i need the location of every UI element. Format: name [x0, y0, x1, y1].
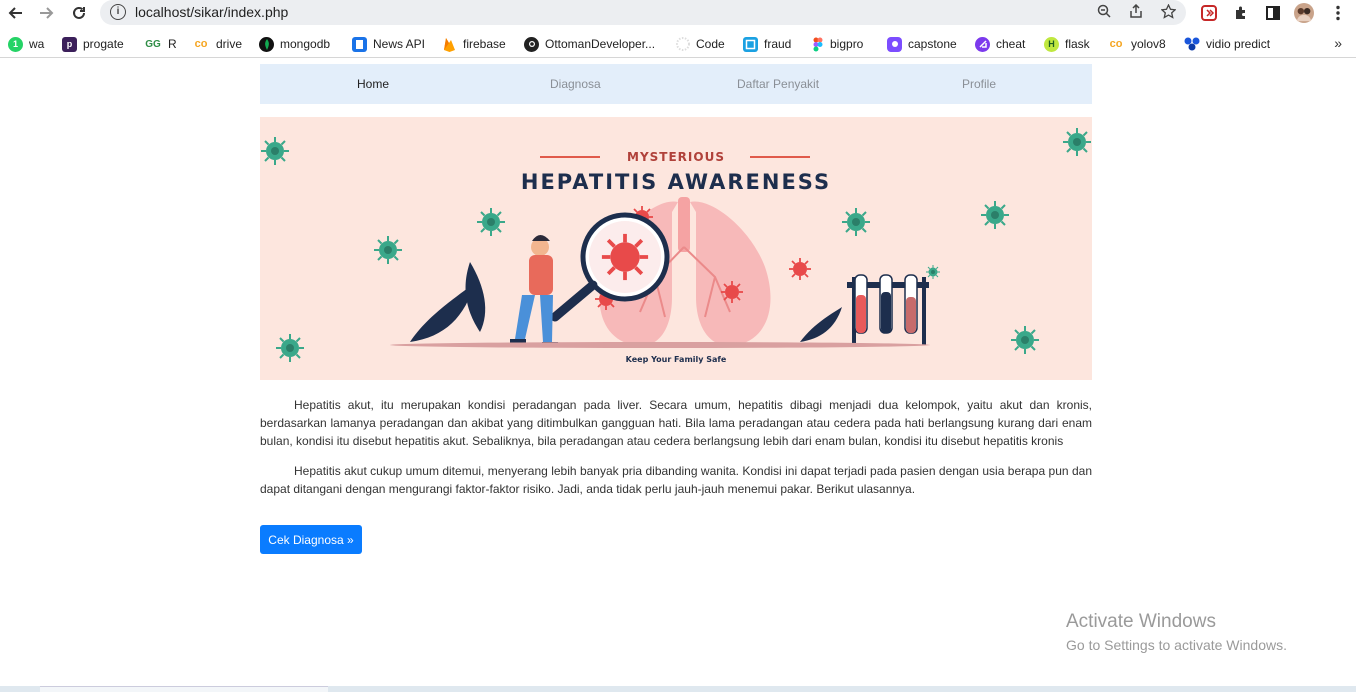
bookmark-label: cheat: [996, 37, 1026, 51]
bookmark-cheat[interactable]: cheat: [975, 36, 1025, 52]
cek-diagnosa-button[interactable]: Cek Diagnosa »: [260, 525, 362, 554]
bookmark-firebase[interactable]: firebase: [442, 36, 506, 52]
virus-icon: [1062, 127, 1092, 157]
github-icon: [524, 36, 539, 52]
hero-tagline: Keep Your Family Safe: [626, 355, 727, 364]
virus-icon: [1010, 325, 1040, 355]
virus-icon: [476, 207, 506, 237]
bookmark-newsapi[interactable]: News API: [352, 36, 425, 52]
vidio-icon: [1183, 37, 1200, 52]
bookmark-label: mongodb: [280, 37, 331, 51]
bookmark-r[interactable]: GG R: [144, 36, 177, 52]
hero-title: HEPATITIS AWARENESS: [521, 170, 831, 194]
virus-icon: [788, 257, 812, 281]
bookmark-fraud[interactable]: fraud: [743, 36, 791, 52]
bookmark-capstone[interactable]: capstone: [887, 36, 957, 52]
paragraph-2: Hepatitis akut cukup umum ditemui, menye…: [260, 464, 1092, 496]
hero-banner: MYSTERIOUS HEPATITIS AWARENESS Keep Your…: [260, 117, 1092, 380]
bookmark-progate[interactable]: p progate: [62, 36, 124, 52]
bookmark-label: flask: [1065, 37, 1090, 51]
bookmark-vidio-predict[interactable]: vidio predict: [1183, 36, 1270, 52]
bookmark-label: wa: [29, 37, 45, 51]
reload-icon[interactable]: [68, 3, 90, 23]
url-text[interactable]: localhost/sikar/index.php: [135, 4, 288, 20]
bookmark-label: R: [168, 37, 177, 51]
forward-icon[interactable]: [36, 3, 58, 23]
bookmark-label: progate: [83, 37, 124, 51]
bookmark-label: fraud: [764, 37, 792, 51]
bookmark-label: yolov8: [1131, 37, 1166, 51]
virus-icon: [275, 333, 305, 363]
cheat-icon: [975, 36, 990, 52]
bookmark-label: News API: [373, 37, 426, 51]
main-navbar: Home Diagnosa Daftar Penyakit Profile: [260, 64, 1092, 104]
virus-icon: [925, 264, 941, 280]
bookmark-wa[interactable]: 1 wa: [8, 36, 44, 52]
watermark-title: Activate Windows: [1066, 611, 1216, 632]
share-icon[interactable]: [1128, 3, 1144, 20]
bookmarks-bar: 1 wa p progate GG R co drive mongodb New…: [0, 31, 1356, 58]
nav-home[interactable]: Home: [357, 77, 389, 91]
paragraph-1: Hepatitis akut, itu merupakan kondisi pe…: [260, 398, 1092, 448]
bookmark-star-icon[interactable]: [1159, 3, 1177, 20]
nav-diagnosa[interactable]: Diagnosa: [550, 77, 601, 91]
bookmark-label: OttomanDeveloper...: [545, 37, 656, 51]
virus-icon: [373, 235, 403, 265]
yolov8-icon: co: [1109, 38, 1123, 50]
hepatitis-illustration: MYSTERIOUS HEPATITIS AWARENESS Keep Your…: [260, 127, 1092, 364]
bookmark-yolov8[interactable]: co yolov8: [1107, 36, 1166, 52]
nav-daftar-penyakit[interactable]: Daftar Penyakit: [737, 77, 819, 91]
bookmark-flask[interactable]: H flask: [1044, 36, 1090, 52]
progate-icon: p: [62, 36, 77, 52]
bookmark-code[interactable]: Code: [675, 36, 725, 52]
virus-icon: [260, 136, 290, 166]
bookmark-label: capstone: [908, 37, 957, 51]
capstone-icon: [887, 36, 902, 52]
fraud-icon: [743, 36, 758, 52]
address-bar[interactable]: i localhost/sikar/index.php: [100, 0, 1186, 25]
bookmark-label: Code: [696, 37, 725, 51]
zoom-icon[interactable]: [1096, 4, 1112, 20]
taskbar-segment: [40, 686, 328, 692]
extension-record-icon[interactable]: [1199, 3, 1219, 23]
back-icon[interactable]: [4, 3, 26, 23]
article-content: Hepatitis akut, itu merupakan kondisi pe…: [260, 396, 1092, 510]
extensions-puzzle-icon[interactable]: [1231, 3, 1251, 23]
taskbar-strip: [0, 686, 1356, 692]
watermark-subtitle: Go to Settings to activate Windows.: [1066, 637, 1287, 653]
more-bookmarks-icon[interactable]: »: [1334, 35, 1342, 51]
firebase-icon: [442, 37, 457, 52]
bookmark-mongodb[interactable]: mongodb: [259, 36, 330, 52]
whatsapp-icon: 1: [8, 36, 23, 52]
bookmark-label: vidio predict: [1206, 37, 1271, 51]
nav-profile[interactable]: Profile: [962, 77, 996, 91]
bookmark-bigpro[interactable]: bigpro: [812, 36, 863, 52]
virus-icon: [720, 280, 744, 304]
bookmark-drive[interactable]: co drive: [192, 36, 242, 52]
bookmark-label: firebase: [463, 37, 506, 51]
hero-kicker: MYSTERIOUS: [627, 150, 725, 164]
newsapi-icon: [352, 36, 367, 52]
browser-toolbar: i localhost/sikar/index.php: [0, 0, 1356, 27]
virus-icon: [980, 200, 1010, 230]
flask-icon: H: [1044, 36, 1059, 52]
code-icon: [675, 37, 690, 52]
site-info-icon[interactable]: i: [110, 4, 126, 20]
menu-kebab-icon[interactable]: [1328, 3, 1348, 23]
side-panel-icon[interactable]: [1263, 3, 1283, 23]
bookmark-github[interactable]: OttomanDeveloper...: [524, 36, 655, 52]
bookmark-label: bigpro: [830, 37, 864, 51]
mongodb-icon: [259, 36, 274, 52]
profile-avatar[interactable]: [1294, 3, 1314, 23]
bookmark-label: drive: [216, 37, 243, 51]
figma-icon: [812, 37, 824, 52]
activate-windows-watermark: Activate Windows Go to Settings to activ…: [1066, 611, 1287, 653]
geeks-icon: GG: [145, 38, 161, 50]
coursera-icon: co: [194, 38, 208, 50]
virus-icon: [841, 207, 871, 237]
